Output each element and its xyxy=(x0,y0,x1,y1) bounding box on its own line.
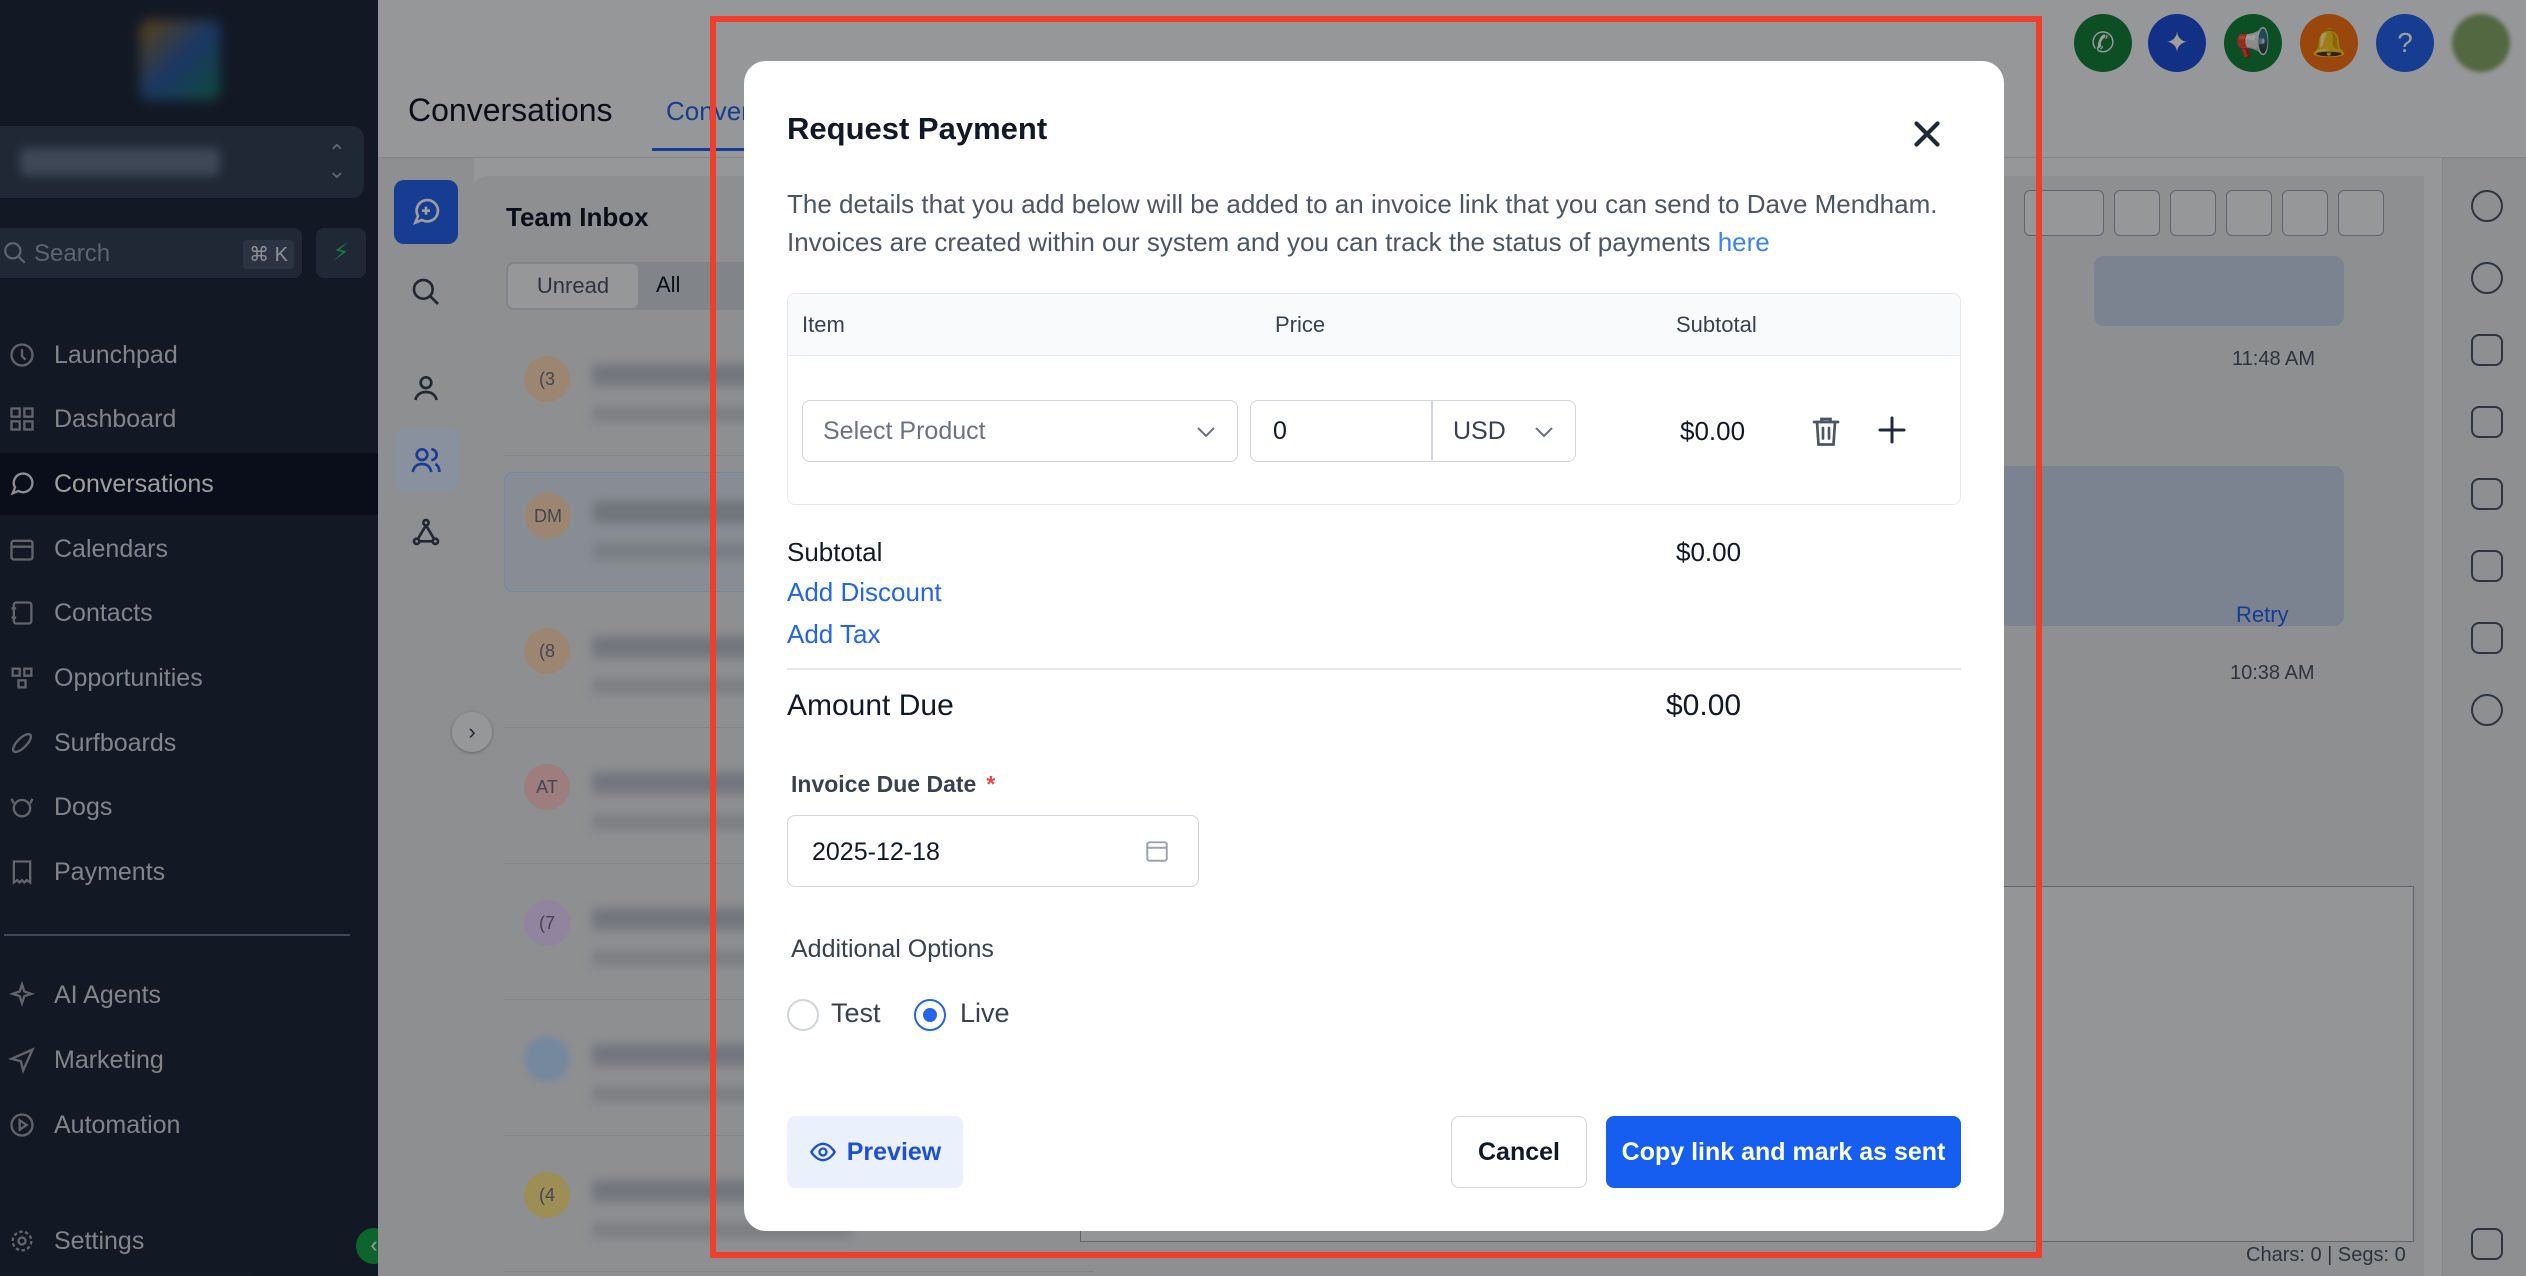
radio-live[interactable] xyxy=(914,999,946,1031)
modal-description: The details that you add below will be a… xyxy=(787,185,1967,261)
product-select-placeholder: Select Product xyxy=(823,417,986,445)
chevron-down-icon xyxy=(1197,427,1215,438)
invoice-due-date-label: Invoice Due Date * xyxy=(791,771,995,798)
due-date-value: 2025-12-18 xyxy=(812,838,940,866)
additional-options-label: Additional Options xyxy=(791,935,994,963)
due-date-label-text: Invoice Due Date xyxy=(791,771,977,797)
plus-icon[interactable] xyxy=(1874,412,1910,448)
column-header-subtotal: Subtotal xyxy=(1676,312,1757,337)
modal-title: Request Payment xyxy=(787,111,1048,146)
eye-icon xyxy=(809,1142,836,1162)
divider xyxy=(787,668,1961,670)
chevron-down-icon xyxy=(1535,427,1553,438)
price-field-group: 0 USD xyxy=(1250,400,1576,462)
row-subtotal: $0.00 xyxy=(1680,416,1746,446)
radio-test-label[interactable]: Test xyxy=(831,998,881,1029)
table-header: Item Price Subtotal xyxy=(788,294,1960,356)
radio-live-label[interactable]: Live xyxy=(960,998,1010,1029)
subtotal-label: Subtotal xyxy=(787,537,883,567)
preview-button-label: Preview xyxy=(846,1137,942,1166)
invoice-due-date-input[interactable]: 2025-12-18 xyxy=(787,815,1199,887)
amount-due-label: Amount Due xyxy=(787,689,954,722)
subtotal-value: $0.00 xyxy=(1676,537,1742,567)
trash-icon[interactable] xyxy=(1808,412,1844,450)
close-icon[interactable] xyxy=(1906,113,1948,155)
cancel-button[interactable]: Cancel xyxy=(1451,1116,1587,1188)
column-header-item: Item xyxy=(802,312,845,337)
product-select[interactable]: Select Product xyxy=(802,400,1238,462)
radio-test[interactable] xyxy=(787,999,819,1031)
copy-link-mark-sent-button[interactable]: Copy link and mark as sent xyxy=(1606,1116,1961,1188)
price-currency-divider xyxy=(1431,401,1433,460)
preview-button[interactable]: Preview xyxy=(787,1116,963,1188)
add-tax-link[interactable]: Add Tax xyxy=(787,619,880,650)
price-input[interactable]: 0 xyxy=(1273,417,1287,446)
column-header-price: Price xyxy=(1275,312,1326,337)
calendar-icon xyxy=(1146,841,1168,862)
amount-due-value: $0.00 xyxy=(1666,689,1742,722)
required-asterisk: * xyxy=(986,771,996,797)
description-link[interactable]: here xyxy=(1718,227,1770,257)
currency-select[interactable]: USD xyxy=(1453,417,1506,446)
add-discount-link[interactable]: Add Discount xyxy=(787,577,942,608)
invoice-items-table: Item Price Subtotal Select Product 0 USD… xyxy=(787,293,1961,505)
request-payment-modal: Request Payment The details that you add… xyxy=(744,61,2004,1231)
